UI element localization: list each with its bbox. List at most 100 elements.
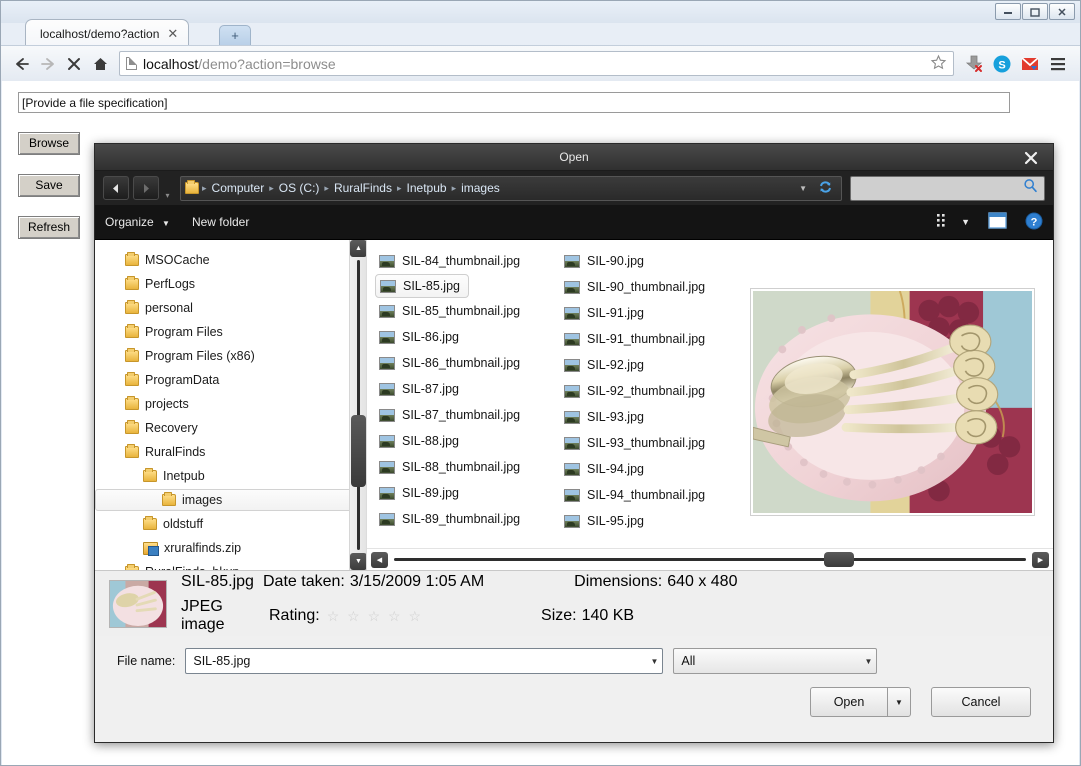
tree-item-label: oldstuff (163, 517, 204, 531)
file-list-item[interactable]: SIL-90.jpg (560, 248, 745, 274)
forward-arrow-icon[interactable] (35, 51, 61, 77)
file-list-item[interactable]: SIL-94_thumbnail.jpg (560, 482, 745, 508)
filename-input[interactable]: SIL-85.jpg ▼ (185, 648, 664, 674)
breadcrumb-item-os-c[interactable]: OS (C:) (277, 181, 322, 195)
tab-strip: localhost/demo?action ✕ + (1, 17, 1080, 48)
tree-item[interactable]: personal (95, 296, 366, 320)
image-thumbnail-icon (564, 488, 580, 502)
file-type-filter[interactable]: All ▼ (673, 648, 878, 674)
breadcrumb[interactable]: ▸ Computer ▸ OS (C:) ▸ RuralFinds ▸ Inet… (180, 175, 842, 201)
image-thumbnail-icon (379, 434, 395, 448)
tree-item[interactable]: Program Files (x86) (95, 344, 366, 368)
nav-back-button[interactable] (103, 176, 129, 200)
tree-item[interactable]: xruralfinds.zip (95, 536, 366, 560)
breadcrumb-item-computer[interactable]: Computer (210, 181, 267, 195)
file-list-item[interactable]: SIL-89_thumbnail.jpg (375, 506, 560, 532)
tree-item[interactable]: Inetpub (95, 464, 366, 488)
dialog-toolbar-right: ▼ ? (936, 212, 1043, 233)
file-name-label: SIL-87.jpg (402, 382, 459, 396)
file-list-item[interactable]: SIL-85_thumbnail.jpg (375, 298, 560, 324)
file-list-item[interactable]: SIL-87_thumbnail.jpg (375, 402, 560, 428)
tree-item[interactable]: RuralFinds (95, 440, 366, 464)
file-list-item[interactable]: SIL-86.jpg (375, 324, 560, 350)
file-list-item[interactable]: SIL-93.jpg (560, 404, 745, 430)
stop-x-icon[interactable] (61, 51, 87, 77)
back-arrow-icon[interactable] (9, 51, 35, 77)
file-list-item[interactable]: SIL-90_thumbnail.jpg (560, 274, 745, 300)
file-list-item[interactable]: SIL-86_thumbnail.jpg (375, 350, 560, 376)
file-list-item[interactable]: SIL-85.jpg (375, 274, 469, 298)
breadcrumb-item-ruralfinds[interactable]: RuralFinds (332, 181, 394, 195)
search-input[interactable] (850, 175, 1045, 201)
open-dropdown-icon[interactable]: ▼ (887, 687, 911, 717)
image-thumbnail-icon (379, 512, 395, 526)
nav-forward-button[interactable] (133, 176, 159, 200)
dialog-close-icon[interactable] (1009, 144, 1053, 171)
breadcrumb-separator: ▸ (202, 182, 207, 193)
organize-menu[interactable]: Organize ▼ (105, 215, 170, 229)
file-list-item[interactable]: SIL-87.jpg (375, 376, 560, 402)
tree-item[interactable]: Program Files (95, 320, 366, 344)
file-list-item[interactable]: SIL-89.jpg (375, 480, 560, 506)
breadcrumb-item-inetpub[interactable]: Inetpub (405, 181, 449, 195)
file-list-item[interactable]: SIL-93_thumbnail.jpg (560, 430, 745, 456)
file-list-item[interactable]: SIL-84_thumbnail.jpg (375, 248, 560, 274)
tab-close-icon[interactable]: ✕ (167, 26, 178, 42)
file-list-item[interactable]: SIL-95.jpg (560, 508, 745, 534)
tree-item[interactable]: PerfLogs (95, 272, 366, 296)
scroll-thumb[interactable] (823, 552, 854, 567)
address-bar[interactable]: localhost/demo?action=browse (119, 51, 954, 76)
download-icon[interactable] (960, 51, 988, 77)
tree-item[interactable]: projects (95, 392, 366, 416)
tree-item-label: Recovery (145, 421, 198, 435)
file-list-item[interactable]: SIL-92.jpg (560, 352, 745, 378)
scroll-left-button[interactable]: ◀ (371, 551, 388, 568)
image-thumbnail-icon (564, 514, 580, 528)
image-thumbnail-icon (380, 279, 396, 293)
bookmark-star-icon[interactable] (930, 54, 947, 73)
save-button[interactable]: Save (18, 174, 80, 197)
cancel-button[interactable]: Cancel (931, 687, 1031, 717)
scroll-right-button[interactable]: ▶ (1032, 551, 1049, 568)
home-icon[interactable] (87, 51, 113, 77)
gmail-icon[interactable] (1016, 51, 1044, 77)
file-list-item[interactable]: SIL-88_thumbnail.jpg (375, 454, 560, 480)
tree-item[interactable]: oldstuff (95, 512, 366, 536)
scroll-down-button[interactable]: ▼ (350, 553, 366, 570)
menu-icon[interactable] (1044, 51, 1072, 77)
rating-stars[interactable]: ☆ ☆ ☆ ☆ ☆ (327, 608, 423, 625)
file-list-item[interactable]: SIL-92_thumbnail.jpg (560, 378, 745, 404)
scroll-up-button[interactable]: ▲ (350, 240, 366, 257)
tree-vertical-scrollbar[interactable]: ▲ ▼ (349, 240, 366, 570)
file-list-item[interactable]: SIL-91_thumbnail.jpg (560, 326, 745, 352)
tree-item[interactable]: MSOCache (95, 248, 366, 272)
skype-icon[interactable]: S (988, 51, 1016, 77)
file-list-horizontal-scrollbar[interactable]: ◀ ▶ (367, 548, 1053, 570)
file-list-item[interactable]: SIL-94.jpg (560, 456, 745, 482)
new-tab-button[interactable]: + (219, 25, 251, 46)
breadcrumb-item-images[interactable]: images (459, 181, 502, 195)
chevron-down-icon[interactable]: ▼ (644, 657, 658, 666)
scroll-thumb[interactable] (351, 415, 366, 487)
browser-tab[interactable]: localhost/demo?action ✕ (25, 19, 190, 48)
breadcrumb-dropdown-icon[interactable]: ▼ (799, 184, 811, 193)
refresh-button[interactable]: Refresh (18, 216, 80, 239)
tree-item[interactable]: RuralFinds_bkup (95, 560, 366, 570)
nav-recent-dropdown-icon[interactable]: ▾ (163, 176, 172, 200)
open-button[interactable]: Open (810, 687, 887, 717)
browse-button[interactable]: Browse (18, 132, 80, 155)
new-folder-button[interactable]: New folder (192, 215, 249, 229)
view-mode-icon[interactable] (936, 213, 953, 231)
tree-item[interactable]: images (95, 489, 360, 511)
tree-item[interactable]: ProgramData (95, 368, 366, 392)
file-list-item[interactable]: SIL-88.jpg (375, 428, 560, 454)
refresh-icon[interactable] (814, 180, 837, 197)
file-list-item[interactable]: SIL-91.jpg (560, 300, 745, 326)
view-mode-chevron-icon[interactable]: ▼ (961, 217, 970, 227)
preview-pane-icon[interactable] (988, 212, 1007, 232)
file-spec-input[interactable] (18, 92, 1010, 113)
help-icon[interactable]: ? (1025, 212, 1043, 233)
chevron-down-icon[interactable]: ▼ (858, 657, 872, 666)
tree-item[interactable]: Recovery (95, 416, 366, 440)
organize-label: Organize (105, 215, 154, 229)
